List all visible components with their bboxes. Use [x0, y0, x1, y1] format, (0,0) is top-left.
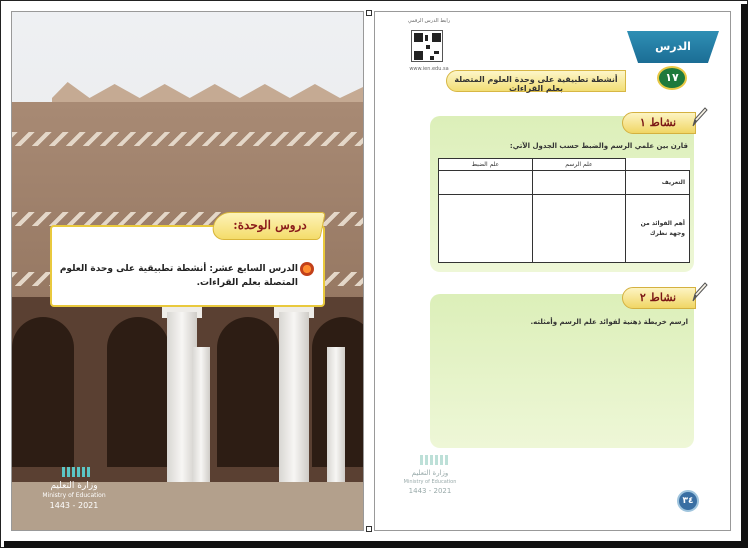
- column: [327, 347, 345, 497]
- cell-benefits-dabt[interactable]: [438, 194, 533, 263]
- lesson-title: أنشطة تطبيقية على وحدة العلوم المتصلة بع…: [454, 75, 618, 93]
- activity-2-label: نشاط ٢: [639, 291, 677, 304]
- frame-shadow-bottom: [4, 541, 748, 548]
- unit-lessons-title: دروس الوحدة:: [233, 218, 307, 232]
- pencil-icon: [692, 282, 708, 302]
- activity-1-label: نشاط ١: [639, 116, 677, 129]
- header-corner: [625, 158, 690, 171]
- frame-shadow-right: [741, 4, 748, 548]
- ministry-name-ar: وزارة التعليم: [411, 469, 449, 477]
- edition-year: 2021 - 1443: [49, 501, 99, 510]
- header-rasm: علم الرسم: [531, 158, 627, 171]
- arch: [217, 317, 279, 467]
- cell-benefits-rasm[interactable]: [531, 194, 627, 263]
- activity-2-instruction: ارسم خريطة ذهنية لفوائد علم الرسم وأمثلت…: [530, 318, 689, 326]
- arch: [12, 317, 74, 467]
- decor-band: [12, 132, 363, 146]
- unit-lesson-item: الدرس السابع عشر: أنشطة تطبيقية على وحدة…: [59, 264, 298, 288]
- arch: [107, 317, 169, 467]
- ministry-name-en: Ministry of Education: [42, 492, 106, 499]
- edition-year: 2021 - 1443: [408, 487, 452, 495]
- crop-mark: [366, 10, 372, 16]
- qr-code-icon[interactable]: [411, 30, 443, 62]
- column: [192, 347, 210, 497]
- crop-mark: [366, 526, 372, 532]
- ministry-logo: وزارة التعليم Ministry of Education 2021…: [34, 467, 114, 530]
- header-dabt: علم الضبط: [438, 158, 533, 171]
- page-number: ٣٤: [677, 490, 699, 512]
- lesson-number-badge: ١٧: [657, 66, 687, 90]
- cell-definition-dabt[interactable]: [438, 170, 533, 195]
- row-definition: التعريف: [625, 170, 690, 195]
- activity-1-instruction: قارن بين علمي الرسم والضبط حسب الجدول ال…: [509, 142, 688, 150]
- pencil-icon: [692, 107, 708, 127]
- cell-definition-rasm[interactable]: [531, 170, 627, 195]
- lesson-label: الدرس: [655, 40, 691, 53]
- qr-caption: رابط الدرس الرقمي: [407, 18, 451, 24]
- row-benefits: أهم الفوائد من وجهة نظرك: [625, 194, 690, 263]
- ministry-name-ar: وزارة التعليم: [50, 481, 98, 491]
- ministry-name-en: Ministry of Education: [403, 479, 457, 485]
- ministry-logo-mark: [62, 467, 92, 477]
- bullet-icon: [300, 262, 314, 276]
- ministry-logo: وزارة التعليم Ministry of Education 2021…: [395, 455, 465, 517]
- comparison-table: علم الضبط علم الرسم التعريف أهم الفوائد …: [438, 158, 690, 263]
- ministry-logo-mark: [420, 455, 450, 465]
